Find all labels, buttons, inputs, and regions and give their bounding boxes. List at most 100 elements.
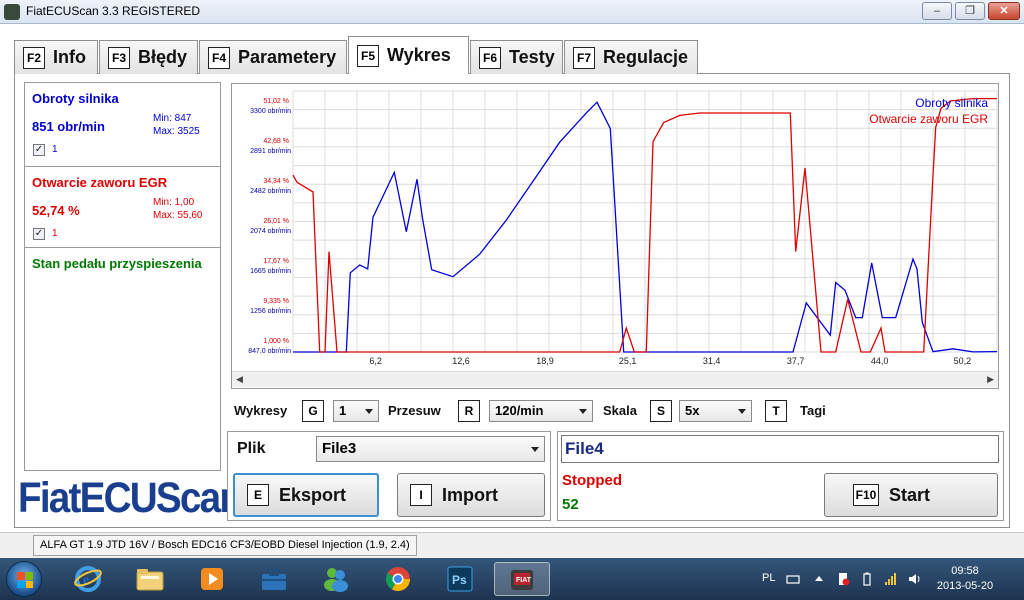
sensor-list: Obroty silnika 851 obr/min Min: 847 Max:… <box>24 82 221 471</box>
sensor-checkbox[interactable]: ✓ <box>33 228 45 240</box>
start-button[interactable] <box>6 561 42 597</box>
battery-icon[interactable] <box>860 572 874 586</box>
start-label: Start <box>889 484 931 505</box>
eksport-button[interactable]: E Eksport <box>233 473 379 517</box>
tab-key-label: F6 <box>479 46 502 69</box>
sensor-graph-number: 1 <box>52 144 58 155</box>
chevron-down-icon <box>738 409 746 414</box>
tab-testy[interactable]: F6 Testy <box>470 40 563 74</box>
action-center-icon[interactable] <box>836 572 850 586</box>
przesuw-select[interactable]: 120/min <box>489 400 593 422</box>
przesuw-label: Przesuw <box>388 403 441 418</box>
maximize-button[interactable]: ❐ <box>955 2 985 20</box>
y-tick-label-rpm: 2074 obr/min <box>250 228 291 235</box>
record-file-field[interactable]: File4 <box>561 435 999 463</box>
y-tick-label-rpm: 2482 obr/min <box>250 188 291 195</box>
y-tick-label-percent: 51,02 % <box>263 98 289 105</box>
y-tick-label-percent: 17,67 % <box>263 258 289 265</box>
import-label: Import <box>442 484 498 505</box>
clock-time: 09:58 <box>951 565 979 577</box>
wykresy-select[interactable]: 1 <box>333 400 379 422</box>
tab-label: Parametery <box>238 47 337 67</box>
y-tick-label-rpm: 1256 obr/min <box>250 308 291 315</box>
przesuw-key: R <box>458 400 480 422</box>
tab-wykres[interactable]: F5 Wykres <box>348 36 469 74</box>
taskbar: e Ps FIAT PL 09:58 2013-05-20 <box>0 558 1024 600</box>
sensor-name: Stan pedału przyspieszenia <box>32 256 202 271</box>
window-title: FiatECUScan 3.3 REGISTERED <box>26 4 201 18</box>
clock[interactable]: 09:58 2013-05-20 <box>930 564 1000 594</box>
keyboard-icon[interactable] <box>786 572 800 586</box>
network-signal-icon[interactable] <box>884 572 898 586</box>
x-tick-label: 12,6 <box>452 356 470 366</box>
import-button[interactable]: I Import <box>397 473 545 517</box>
file-explorer-icon[interactable] <box>124 562 176 596</box>
plik-select[interactable]: File3 <box>316 436 545 462</box>
start-button[interactable]: F10 Start <box>824 473 998 517</box>
sensor-graph-number: 1 <box>52 228 58 239</box>
scroll-right-icon[interactable]: ▶ <box>987 374 994 385</box>
skala-select[interactable]: 5x <box>679 400 752 422</box>
tab-bledy[interactable]: F3 Błędy <box>99 40 198 74</box>
tagi-label: Tagi <box>800 403 826 418</box>
chrome-icon[interactable] <box>372 562 424 596</box>
y-tick-label-rpm: 1665 obr/min <box>250 268 291 275</box>
przesuw-value: 120/min <box>495 403 544 418</box>
import-key: I <box>410 484 432 506</box>
y-tick-label-rpm: 847,0 obr/min <box>248 348 291 355</box>
sensor-value: 52,74 % <box>32 203 80 218</box>
volume-icon[interactable] <box>908 572 922 586</box>
x-tick-label: 18,9 <box>536 356 554 366</box>
chevron-down-icon <box>365 409 373 414</box>
windows-logo-icon <box>17 572 33 588</box>
y-tick-label-percent: 34,34 % <box>263 178 289 185</box>
y-tick-label-percent: 9,335 % <box>263 298 289 305</box>
title-bar: FiatECUScan 3.3 REGISTERED – ❐ ✕ <box>0 0 1024 24</box>
tab-parametery[interactable]: F4 Parametery <box>199 40 347 74</box>
tab-regulacje[interactable]: F7 Regulacje <box>564 40 698 74</box>
fiatecuscan-icon[interactable]: FIAT <box>494 562 550 596</box>
sensor-checkbox[interactable]: ✓ <box>33 144 45 156</box>
svg-text:FIAT: FIAT <box>516 577 532 584</box>
chevron-down-icon <box>531 447 539 452</box>
minimize-button[interactable]: – <box>922 2 952 20</box>
skala-key: S <box>650 400 672 422</box>
tagi-key[interactable]: T <box>765 400 787 422</box>
app-icon <box>4 4 20 20</box>
eksport-key: E <box>247 484 269 506</box>
legend-entry: Otwarcie zaworu EGR <box>869 112 988 126</box>
messenger-icon[interactable] <box>310 562 362 596</box>
scroll-left-icon[interactable]: ◀ <box>236 374 243 385</box>
photoshop-icon[interactable]: Ps <box>434 562 486 596</box>
plik-value: File3 <box>322 440 357 457</box>
y-tick-label-rpm: 2891 obr/min <box>250 148 291 155</box>
status-bar: ALFA GT 1.9 JTD 16V / Bosch EDC16 CF3/EO… <box>0 532 1024 558</box>
internet-explorer-icon[interactable]: e <box>62 562 114 596</box>
language-indicator[interactable]: PL <box>762 572 775 584</box>
tab-label: Testy <box>509 47 555 67</box>
x-tick-label: 37,7 <box>787 356 805 366</box>
sensor-value: 851 obr/min <box>32 119 105 134</box>
skala-label: Skala <box>603 403 637 418</box>
vehicle-info: ALFA GT 1.9 JTD 16V / Bosch EDC16 CF3/EO… <box>33 535 417 556</box>
wykresy-value: 1 <box>339 403 347 418</box>
x-tick-label: 25,1 <box>619 356 637 366</box>
close-button[interactable]: ✕ <box>988 2 1020 20</box>
chart-scrollbar[interactable]: ◀ ▶ <box>232 371 998 387</box>
tab-key-label: F5 <box>357 44 380 67</box>
show-hidden-icons-icon[interactable] <box>812 572 826 586</box>
tab-label: Wykres <box>387 45 451 65</box>
tab-info[interactable]: F2 Info <box>14 40 98 74</box>
plik-label: Plik <box>237 440 266 457</box>
sensor-engine-rpm[interactable]: Obroty silnika 851 obr/min Min: 847 Max:… <box>25 83 220 167</box>
record-count: 52 <box>562 496 579 513</box>
start-key: F10 <box>853 484 879 506</box>
briefcase-icon[interactable] <box>248 562 300 596</box>
media-player-icon[interactable] <box>186 562 238 596</box>
sensor-min: Min: 847 <box>153 113 192 124</box>
sensor-accelerator-pedal[interactable]: Stan pedału przyspieszenia <box>25 248 220 288</box>
x-tick-label: 31,4 <box>703 356 721 366</box>
tab-key-label: F4 <box>208 46 231 69</box>
y-tick-label-percent: 42,68 % <box>263 138 289 145</box>
sensor-egr-valve[interactable]: Otwarcie zaworu EGR 52,74 % Min: 1,00 Ma… <box>25 167 220 248</box>
